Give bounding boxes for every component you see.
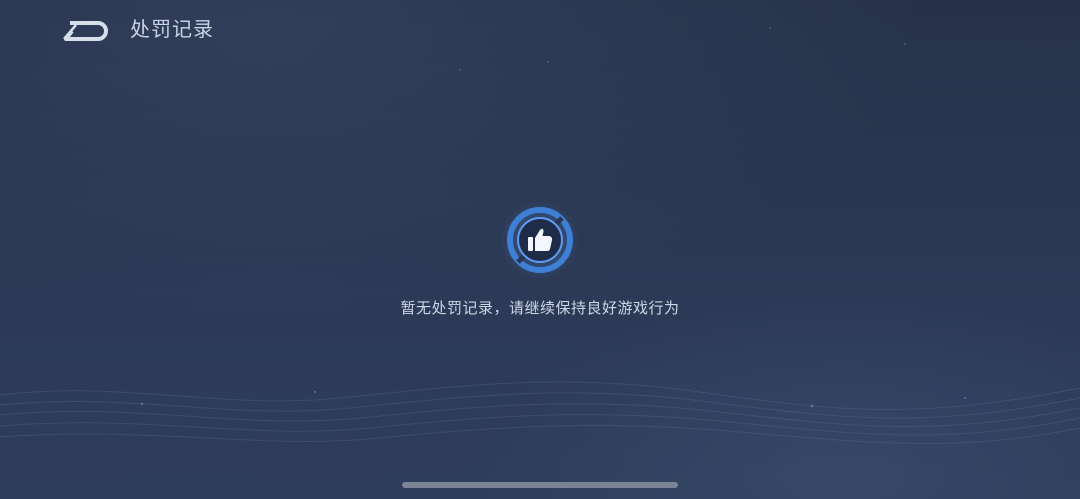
page-title: 处罚记录 <box>130 17 214 41</box>
empty-state-message: 暂无处罚记录，请继续保持良好游戏行为 <box>400 299 680 317</box>
empty-state: 暂无处罚记录，请继续保持良好游戏行为 <box>0 196 1080 326</box>
top-bar: 处罚记录 <box>0 0 1080 60</box>
back-arrow-icon <box>63 21 108 41</box>
punishment-record-screen: 处罚记录 暂无处罚记录，请继续保持良好游戏行为 <box>0 0 1080 499</box>
thumbs-up-icon <box>500 200 580 280</box>
back-button[interactable] <box>62 17 112 45</box>
home-indicator[interactable] <box>402 482 678 488</box>
